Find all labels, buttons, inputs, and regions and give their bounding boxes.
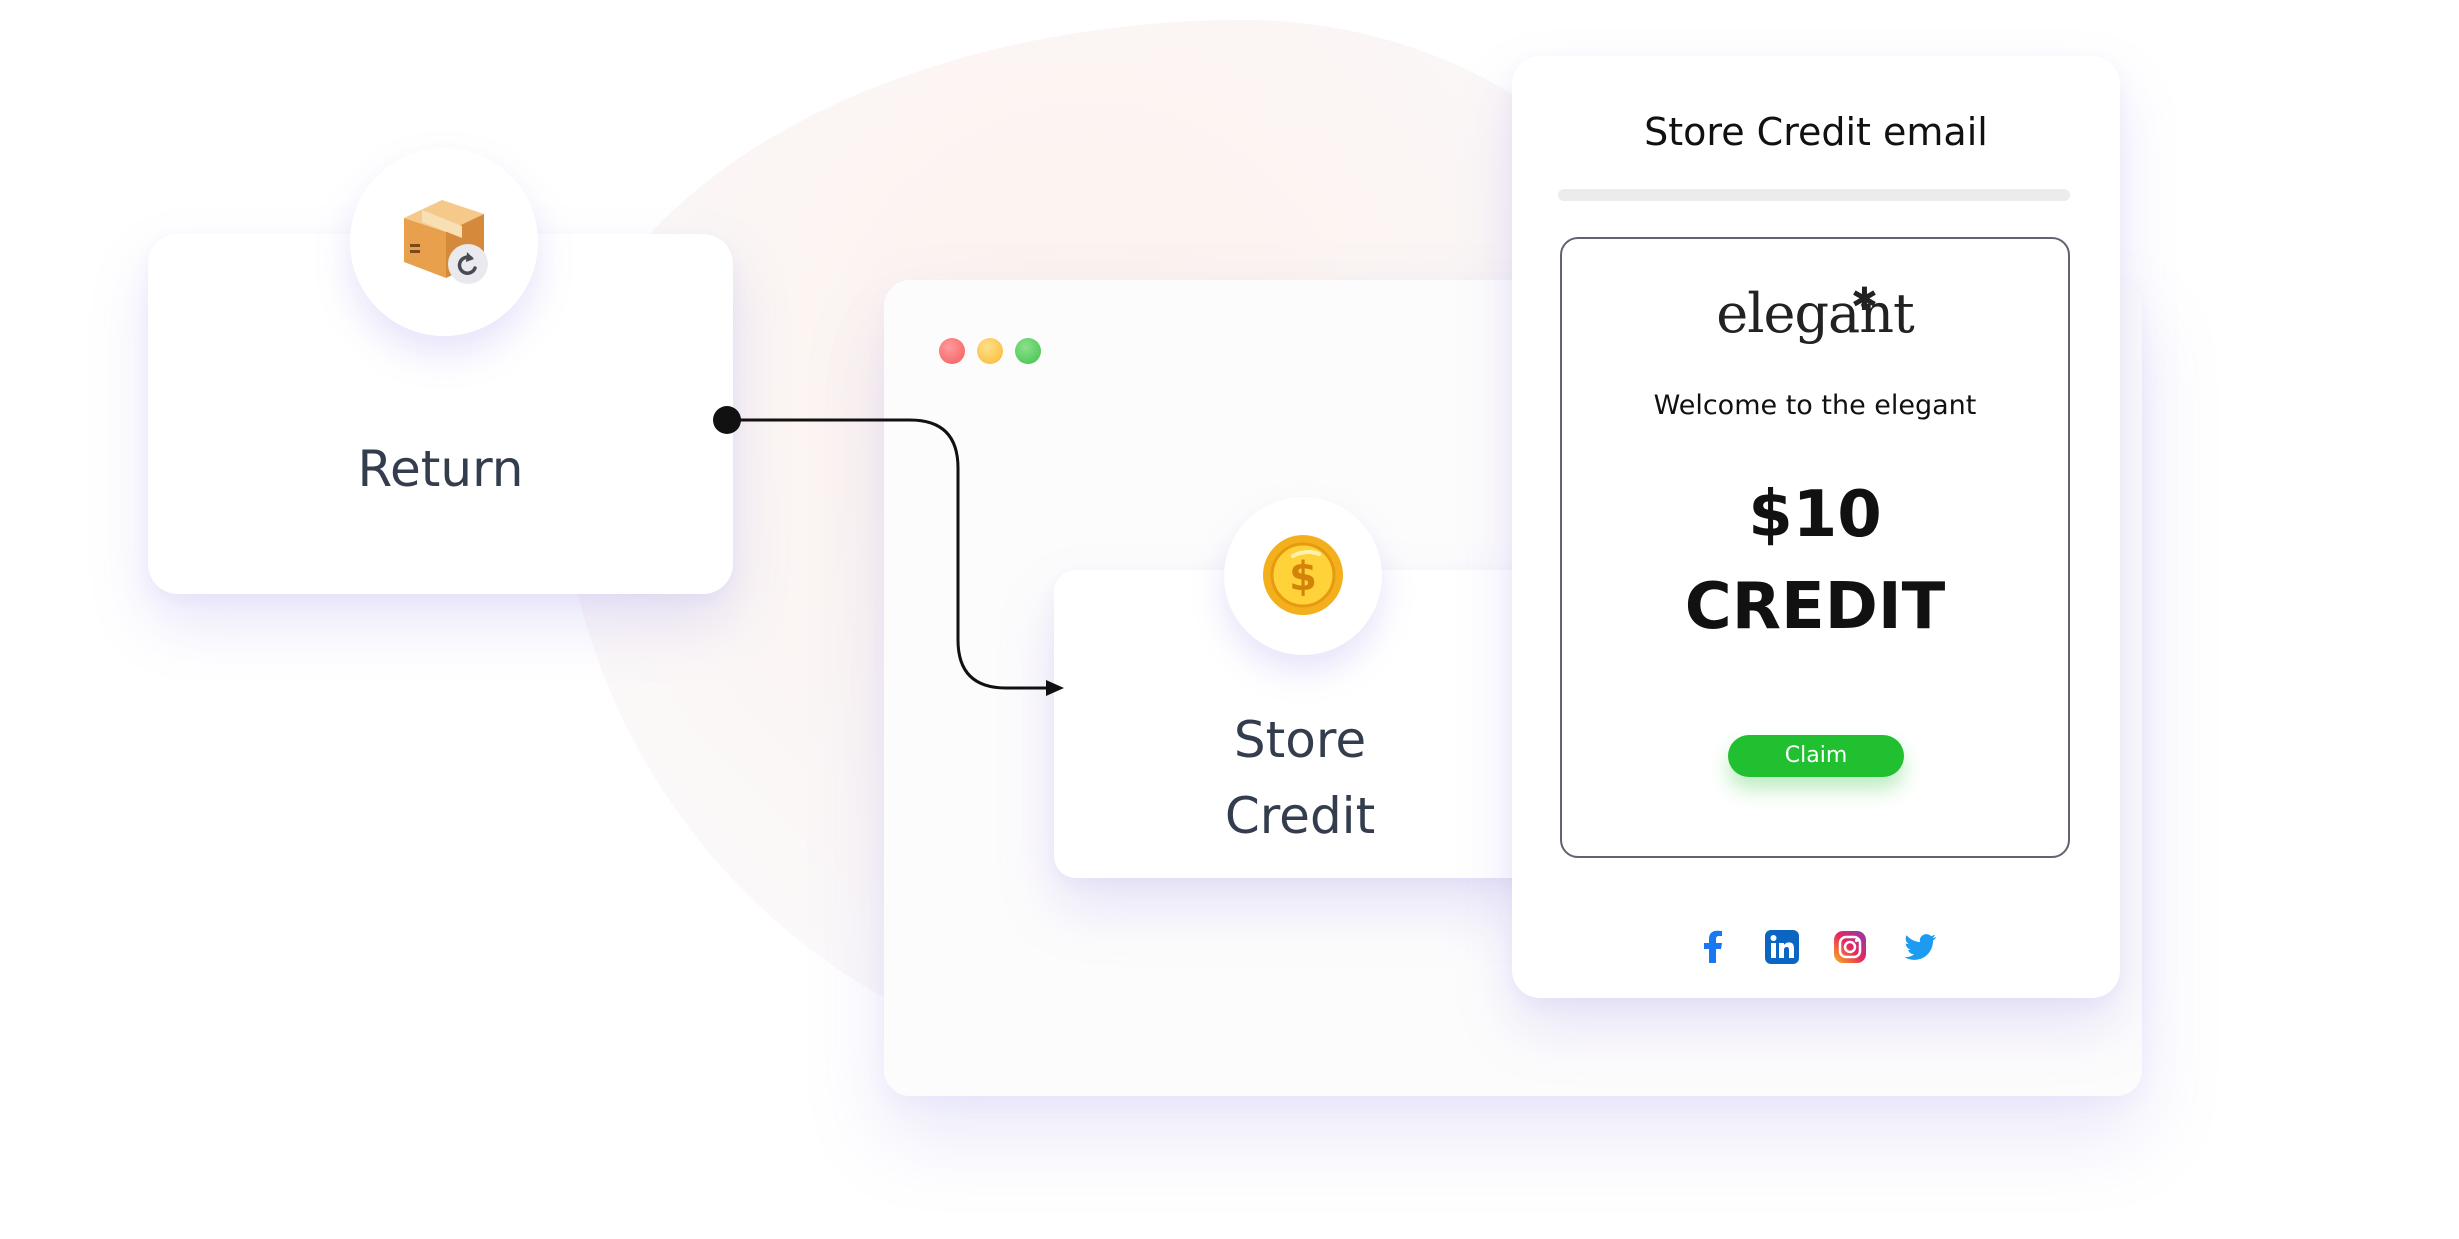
connector-start-dot <box>713 406 741 434</box>
instagram-icon[interactable] <box>1832 929 1868 965</box>
welcome-text: Welcome to the elegant <box>1653 390 1977 421</box>
brand-logo-star-icon: ✱ <box>1851 280 1878 318</box>
linkedin-icon[interactable] <box>1764 929 1800 965</box>
connector-arrowhead <box>1046 680 1064 696</box>
email-title: Store Credit email <box>1644 110 1988 154</box>
twitter-icon[interactable] <box>1902 929 1938 965</box>
claim-button[interactable]: Claim <box>1728 735 1904 777</box>
credit-amount: $10 <box>1748 478 1882 552</box>
brand-logo: elegant <box>1716 282 1914 345</box>
credit-heading: CREDIT <box>1684 570 1946 644</box>
facebook-icon[interactable] <box>1696 929 1732 965</box>
email-divider <box>1558 189 2070 201</box>
